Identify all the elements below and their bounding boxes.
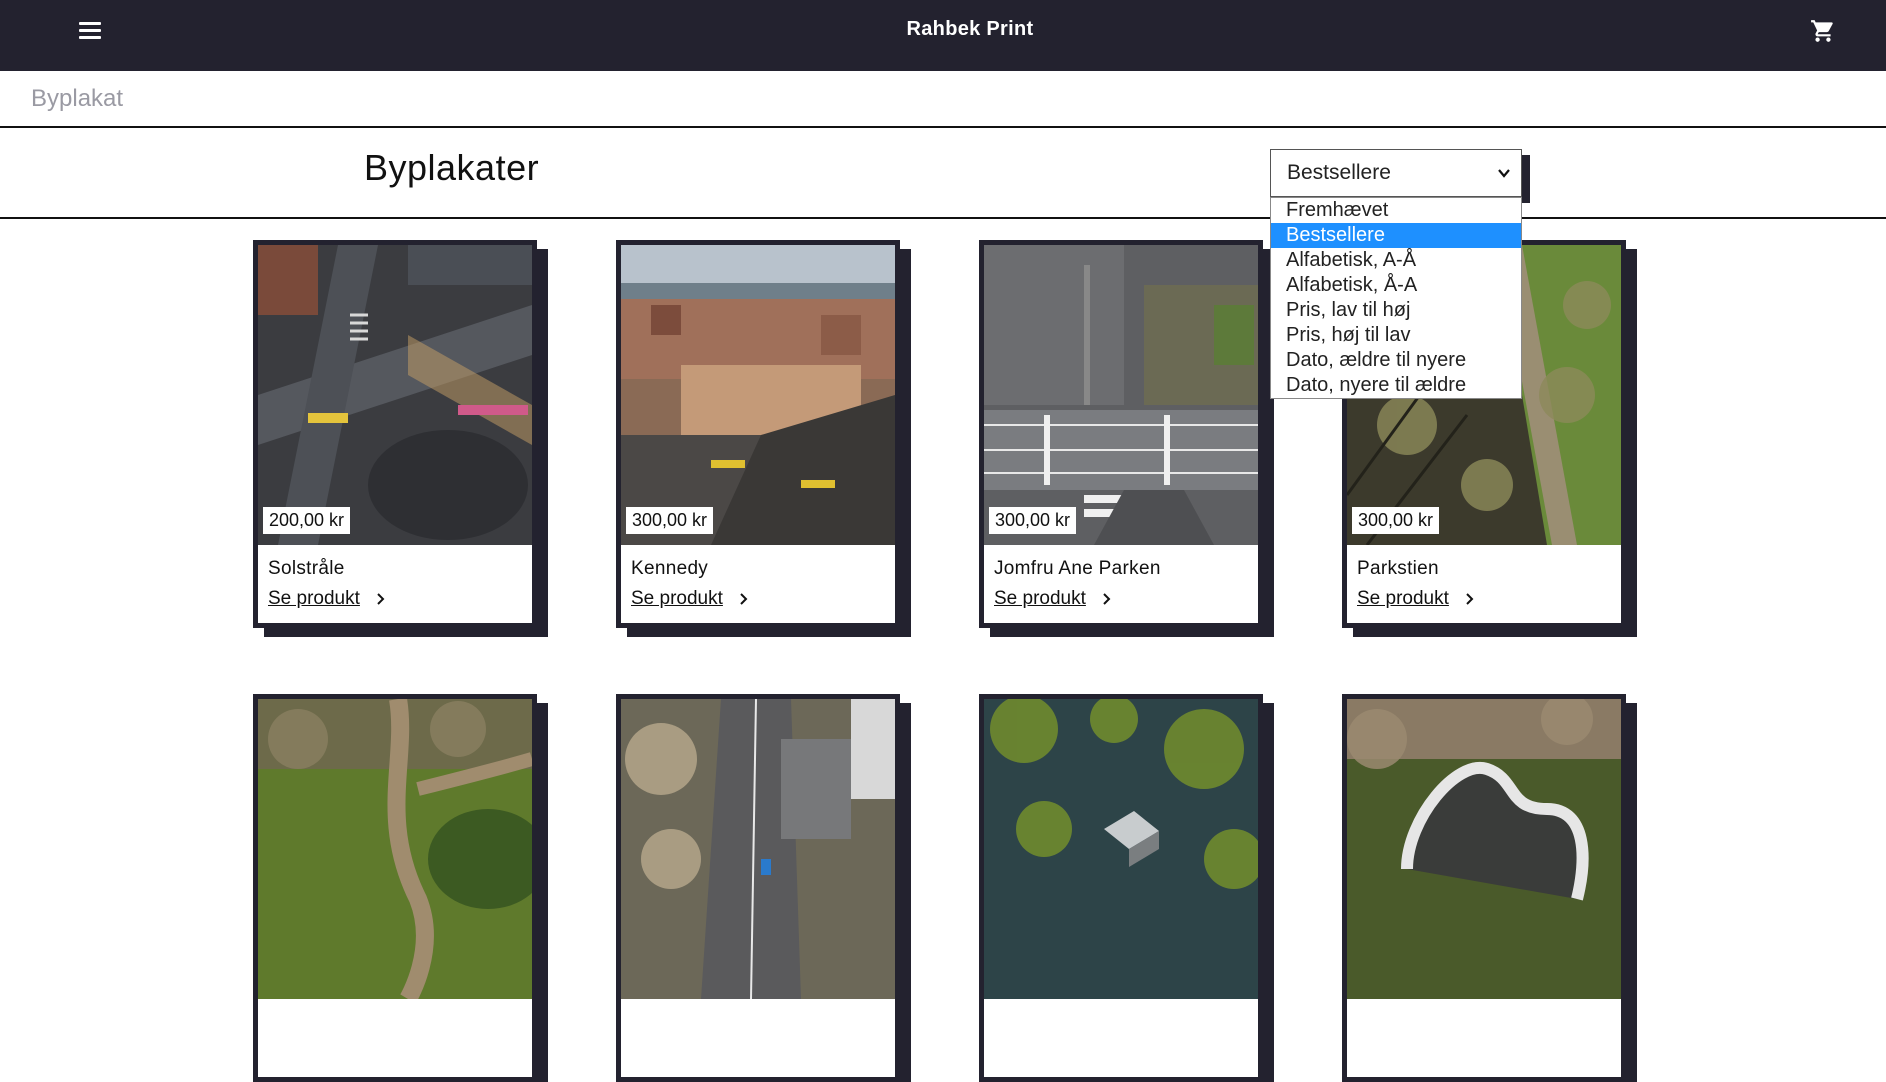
product-image[interactable] [258, 245, 532, 545]
sort-option[interactable]: Pris, høj til lav [1271, 323, 1521, 348]
breadcrumb-bar: Byplakat [0, 71, 1886, 128]
chevron-right-icon [1466, 593, 1474, 605]
product-price: 300,00 kr [989, 507, 1077, 534]
product-price: 200,00 kr [263, 507, 351, 534]
product-image[interactable] [984, 699, 1258, 999]
sort-option-selected[interactable]: Bestsellere [1271, 223, 1521, 248]
chevron-right-icon [1103, 593, 1111, 605]
sort-select[interactable]: Bestsellere [1270, 149, 1522, 197]
product-card[interactable]: 300,00 kr Kennedy Se produkt [616, 240, 900, 628]
product-image[interactable] [258, 699, 532, 999]
product-image[interactable] [984, 245, 1258, 545]
top-navbar: Rahbek Print [0, 0, 1886, 71]
product-name: Parkstien [1357, 558, 1439, 579]
sort-selected-value: Bestsellere [1287, 161, 1391, 184]
cart-icon[interactable] [1810, 18, 1836, 44]
collection-header: Byplakater [0, 127, 1886, 219]
sort-option[interactable]: Alfabetisk, Å-A [1271, 273, 1521, 298]
chevron-right-icon [740, 593, 748, 605]
product-card[interactable] [1342, 694, 1626, 1082]
sort-dropdown-list: Fremhævet Bestsellere Alfabetisk, A-Å Al… [1270, 197, 1522, 399]
product-card[interactable] [979, 694, 1263, 1082]
page-title: Byplakater [364, 147, 540, 188]
product-price: 300,00 kr [1352, 507, 1440, 534]
sort-option[interactable]: Alfabetisk, A-Å [1271, 248, 1521, 273]
breadcrumb[interactable]: Byplakat [31, 85, 123, 113]
sort-option[interactable]: Pris, lav til høj [1271, 298, 1521, 323]
product-card[interactable]: 300,00 kr Jomfru Ane Parken Se produkt [979, 240, 1263, 628]
product-image[interactable] [1347, 699, 1621, 999]
see-product-link[interactable]: Se produkt [268, 588, 360, 610]
product-card[interactable]: 200,00 kr Solstråle Se produkt [253, 240, 537, 628]
sort-option[interactable]: Dato, nyere til ældre [1271, 373, 1521, 398]
product-price: 300,00 kr [626, 507, 714, 534]
product-image[interactable] [621, 245, 895, 545]
see-product-link[interactable]: Se produkt [994, 588, 1086, 610]
sort-option[interactable]: Dato, ældre til nyere [1271, 348, 1521, 373]
product-card[interactable] [616, 694, 900, 1082]
brand-logo[interactable]: Rahbek Print [0, 18, 1886, 41]
product-name: Jomfru Ane Parken [994, 558, 1161, 579]
see-product-link[interactable]: Se produkt [1357, 588, 1449, 610]
chevron-down-icon [1498, 169, 1510, 178]
chevron-right-icon [377, 593, 385, 605]
product-card[interactable] [253, 694, 537, 1082]
sort-option[interactable]: Fremhævet [1271, 198, 1521, 223]
product-name: Kennedy [631, 558, 709, 579]
product-image[interactable] [621, 699, 895, 999]
see-product-link[interactable]: Se produkt [631, 588, 723, 610]
product-name: Solstråle [268, 558, 345, 579]
